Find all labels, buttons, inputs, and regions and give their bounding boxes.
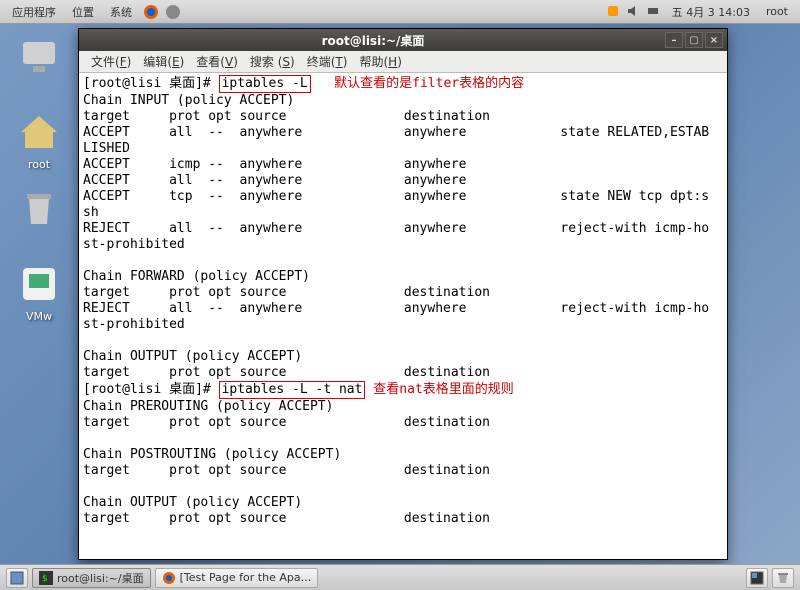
output-line: ACCEPT all -- anywhere anywhere: [83, 173, 467, 188]
menu-terminal[interactable]: 终端(T): [301, 53, 354, 70]
output-line: ACCEPT all -- anywhere anywhere state RE…: [83, 125, 709, 140]
svg-text:$: $: [42, 574, 48, 584]
annotation-nat-post: 表格里面的规则: [423, 382, 514, 397]
output-line: target prot opt source destination: [83, 463, 490, 478]
menu-edit[interactable]: 编辑(E): [137, 53, 190, 70]
menu-search[interactable]: 搜索 (S): [244, 53, 301, 70]
terminal-icon: $: [39, 571, 53, 585]
close-button[interactable]: ×: [705, 32, 723, 48]
task-firefox[interactable]: [Test Page for the Apa...: [155, 568, 318, 588]
desktop-icon-trash[interactable]: [4, 184, 74, 234]
cmd-highlight-2: iptables -L -t nat: [219, 381, 366, 399]
task-label: root@lisi:~/桌面: [57, 570, 144, 586]
top-menu-apps[interactable]: 应用程序: [4, 4, 64, 20]
user-label[interactable]: root: [758, 5, 796, 18]
output-line: target prot opt source destination: [83, 109, 490, 124]
menu-file[interactable]: 文件(F): [85, 53, 137, 70]
output-line: Chain FORWARD (policy ACCEPT): [83, 269, 310, 284]
menu-help[interactable]: 帮助(H): [353, 53, 407, 70]
output-line: Chain OUTPUT (policy ACCEPT): [83, 495, 302, 510]
bottom-panel: $ root@lisi:~/桌面 [Test Page for the Apa.…: [0, 564, 800, 590]
top-menu-places[interactable]: 位置: [64, 4, 102, 20]
output-line: Chain OUTPUT (policy ACCEPT): [83, 349, 302, 364]
output-line: Chain POSTROUTING (policy ACCEPT): [83, 447, 341, 462]
prompt: [root@lisi 桌面]#: [83, 382, 219, 397]
maximize-button[interactable]: ▢: [685, 32, 703, 48]
clock[interactable]: 五 4月 3 14:03: [664, 4, 758, 20]
output-line: ACCEPT tcp -- anywhere anywhere state NE…: [83, 189, 709, 204]
output-line: target prot opt source destination: [83, 415, 490, 430]
desktop-icon-home[interactable]: root: [4, 108, 74, 171]
workspace-switcher[interactable]: [746, 568, 768, 588]
annotation-filter: 默认查看的是filter表格的内容: [311, 76, 524, 91]
output-line: target prot opt source destination: [83, 511, 490, 526]
output-line: LISHED: [83, 141, 130, 156]
desktop-icon-label: root: [28, 158, 50, 171]
updates-icon[interactable]: [606, 4, 622, 20]
gnome-app-icon[interactable]: [164, 3, 182, 21]
trash-applet[interactable]: [772, 568, 794, 588]
top-menu-system[interactable]: 系统: [102, 4, 140, 20]
output-line: ACCEPT icmp -- anywhere anywhere: [83, 157, 467, 172]
prompt: [root@lisi 桌面]#: [83, 76, 219, 91]
output-line: st-prohibited: [83, 317, 185, 332]
menubar: 文件(F) 编辑(E) 查看(V) 搜索 (S) 终端(T) 帮助(H): [79, 51, 727, 73]
output-line: target prot opt source destination: [83, 285, 490, 300]
volume-icon[interactable]: [626, 4, 642, 20]
window-title: root@lisi:~/桌面: [83, 32, 663, 49]
desktop-icon-vmware[interactable]: VMw: [4, 260, 74, 323]
output-line: REJECT all -- anywhere anywhere reject-w…: [83, 221, 709, 236]
output-line: Chain PREROUTING (policy ACCEPT): [83, 399, 333, 414]
network-icon[interactable]: [646, 4, 662, 20]
firefox-icon: [162, 571, 176, 585]
minimize-button[interactable]: –: [665, 32, 683, 48]
desktop-icon-label: VMw: [26, 310, 52, 323]
task-terminal[interactable]: $ root@lisi:~/桌面: [32, 568, 151, 588]
output-line: REJECT all -- anywhere anywhere reject-w…: [83, 301, 709, 316]
output-line: st-prohibited: [83, 237, 185, 252]
output-line: target prot opt source destination: [83, 365, 490, 380]
firefox-icon[interactable]: [142, 3, 160, 21]
terminal-window: root@lisi:~/桌面 – ▢ × 文件(F) 编辑(E) 查看(V) 搜…: [78, 28, 728, 560]
top-panel: 应用程序 位置 系统 五 4月 3 14:03 root: [0, 0, 800, 24]
output-line: Chain INPUT (policy ACCEPT): [83, 93, 294, 108]
desktop-icon-computer[interactable]: [4, 32, 74, 82]
titlebar[interactable]: root@lisi:~/桌面 – ▢ ×: [79, 29, 727, 51]
show-desktop-button[interactable]: [6, 568, 28, 588]
terminal-content[interactable]: [root@lisi 桌面]# iptables -L 默认查看的是filter…: [79, 73, 727, 559]
output-line: sh: [83, 205, 99, 220]
annotation-nat-word: nat: [399, 382, 422, 397]
menu-view[interactable]: 查看(V): [190, 53, 244, 70]
cmd-highlight-1: iptables -L: [219, 75, 311, 93]
annotation-nat-pre: 查看: [365, 382, 399, 397]
task-label: [Test Page for the Apa...: [180, 571, 311, 584]
